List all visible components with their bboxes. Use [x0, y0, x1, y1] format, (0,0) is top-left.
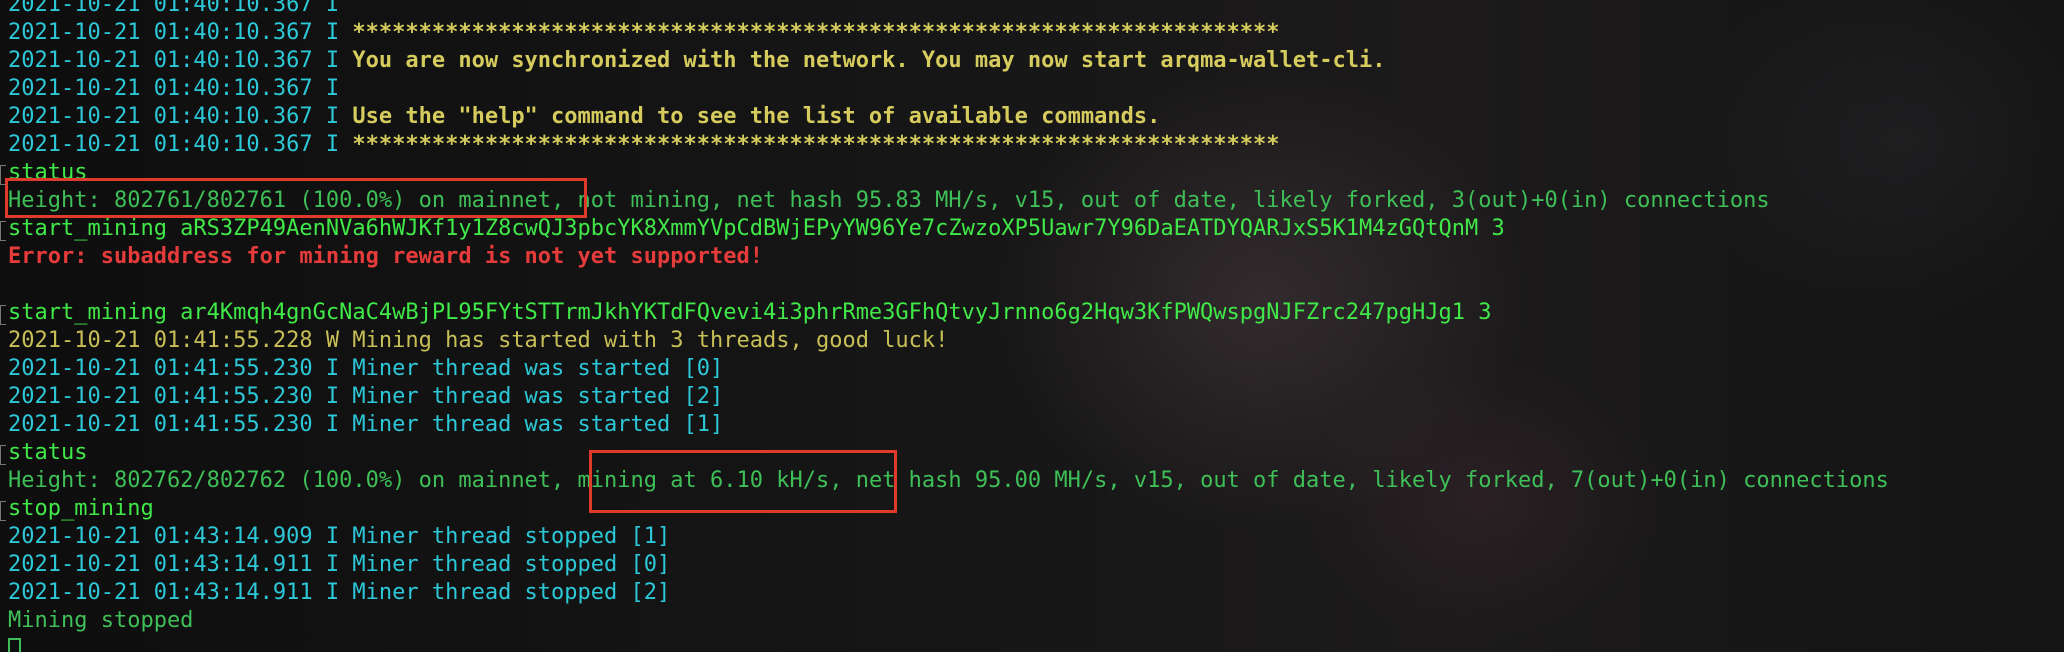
terminal-line: Error: subaddress for mining reward is n… — [8, 243, 1889, 271]
terminal-line-text: 2021-10-21 01:43:14.909 I Miner thread s… — [8, 524, 671, 549]
terminal-line: status — [8, 159, 1889, 187]
terminal-line-text: 2021-10-21 01:40:10.367 I — [8, 20, 353, 45]
terminal-line-text: Mining stopped — [8, 608, 194, 633]
prompt-bracket-icon — [0, 501, 6, 521]
terminal-line-text: status — [8, 440, 88, 465]
terminal-line-text: 2021-10-21 01:40:10.367 I — [8, 76, 340, 101]
terminal-line-text: 2021-10-21 01:43:14.911 I Miner thread s… — [8, 580, 671, 605]
terminal-line: 2021-10-21 01:41:55.228 W Mining has sta… — [8, 327, 1889, 355]
terminal-line-text: Height: 802761/802761 (100.0%) on mainne… — [8, 188, 552, 213]
terminal-line-text: ****************************************… — [352, 132, 1280, 157]
terminal-line-text: Height: 802762/802762 (100.0%) on mainne… — [8, 468, 565, 493]
terminal-line: start_mining ar4Kmqh4gnGcNaC4wBjPL95FYtS… — [8, 299, 1889, 327]
terminal-line: 2021-10-21 01:43:14.911 I Miner thread s… — [8, 551, 1889, 579]
terminal-line-text: ****************************************… — [352, 20, 1280, 45]
terminal-line: 2021-10-21 01:40:10.367 I **************… — [8, 131, 1889, 159]
terminal-line-text: , not mining, net hash 95.83 MH/s, v15, … — [551, 188, 1770, 213]
terminal-line: status — [8, 439, 1889, 467]
terminal-line: Height: 802762/802762 (100.0%) on mainne… — [8, 467, 1889, 495]
terminal-line-text: 2021-10-21 01:41:55.228 W Mining has sta… — [8, 328, 949, 353]
terminal-line: 2021-10-21 01:40:10.367 I — [8, 75, 1889, 103]
terminal-line: 2021-10-21 01:41:55.230 I Miner thread w… — [8, 355, 1889, 383]
terminal-line: 2021-10-21 01:43:14.909 I Miner thread s… — [8, 523, 1889, 551]
prompt-bracket-icon — [0, 221, 6, 241]
terminal-line-text: 2021-10-21 01:40:10.367 I — [8, 0, 340, 17]
terminal-line: 2021-10-21 01:41:55.230 I Miner thread w… — [8, 383, 1889, 411]
terminal-line-text: 2021-10-21 01:41:55.230 I Miner thread w… — [8, 384, 724, 409]
terminal-output: 2021-10-21 01:40:10.367 I 2021-10-21 01:4… — [8, 0, 1889, 635]
terminal-line-text: You are now synchronized with the networ… — [352, 48, 1386, 73]
terminal-line: start_mining aRS3ZP49AenNVa6hWJKf1y1Z8cw… — [8, 215, 1889, 243]
terminal-line-text: start_mining aRS3ZP49AenNVa6hWJKf1y1Z8cw… — [8, 216, 1505, 241]
terminal-line-text: 2021-10-21 01:40:10.367 I — [8, 104, 353, 129]
terminal-line: 2021-10-21 01:41:55.230 I Miner thread w… — [8, 411, 1889, 439]
terminal-line-text: 2021-10-21 01:41:55.230 I Miner thread w… — [8, 412, 724, 437]
prompt-bracket-icon — [0, 445, 6, 465]
terminal-line: 2021-10-21 01:40:10.367 I You are now sy… — [8, 47, 1889, 75]
prompt-bracket-icon — [0, 305, 6, 325]
terminal-line-text: stop_mining — [8, 496, 154, 521]
prompt-bracket-icon — [0, 165, 6, 185]
terminal-line-text: 2021-10-21 01:43:14.911 I Miner thread s… — [8, 552, 671, 577]
terminal-line: Height: 802761/802761 (100.0%) on mainne… — [8, 187, 1889, 215]
terminal-window[interactable]: 2021-10-21 01:40:10.367 I 2021-10-21 01:4… — [0, 0, 2064, 652]
terminal-line: 2021-10-21 01:40:10.367 I **************… — [8, 19, 1889, 47]
terminal-line-text: 2021-10-21 01:40:10.367 I — [8, 48, 353, 73]
terminal-line: 2021-10-21 01:40:10.367 I Use the "help"… — [8, 103, 1889, 131]
terminal-cursor[interactable] — [8, 638, 21, 652]
terminal-line: 2021-10-21 01:43:14.911 I Miner thread s… — [8, 579, 1889, 607]
terminal-line-text: status — [8, 160, 88, 185]
terminal-line-text: Use the "help" command to see the list o… — [352, 104, 1161, 129]
terminal-line-text: 2021-10-21 01:40:10.367 I — [8, 132, 353, 157]
terminal-line-text: Error: subaddress for mining reward is n… — [8, 244, 763, 269]
terminal-line: stop_mining — [8, 495, 1889, 523]
terminal-line-text: 2021-10-21 01:41:55.230 I Miner thread w… — [8, 356, 724, 381]
terminal-line: 2021-10-21 01:40:10.367 I — [8, 0, 1889, 19]
terminal-line-text: net hash 95.00 MH/s, v15, out of date, l… — [842, 468, 1889, 493]
terminal-line: Mining stopped — [8, 607, 1889, 635]
terminal-line-text: mining at 6.10 kH/s, — [564, 468, 843, 493]
terminal-line-text: start_mining ar4Kmqh4gnGcNaC4wBjPL95FYtS… — [8, 300, 1492, 325]
